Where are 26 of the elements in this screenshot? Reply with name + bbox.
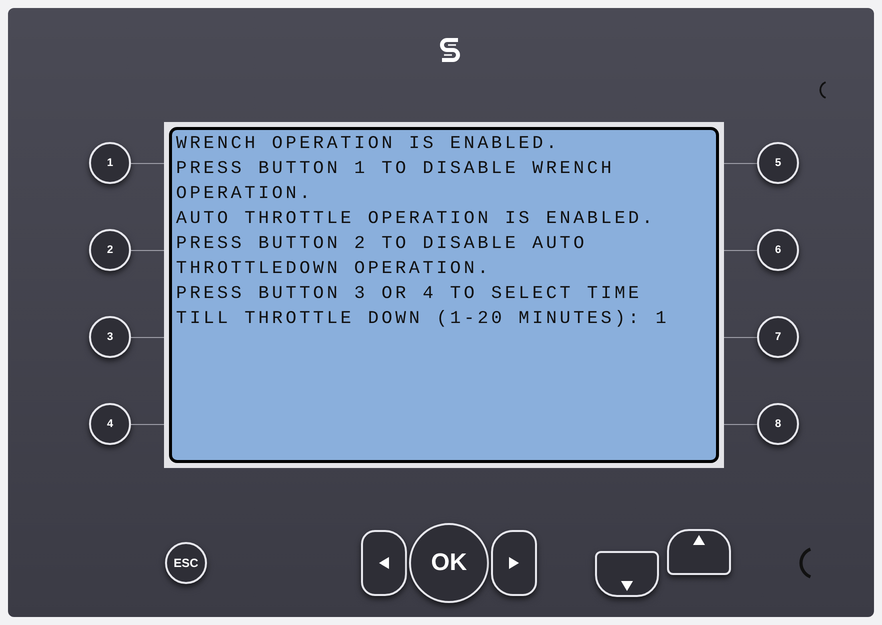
screen-text: TILL THROTTLE DOWN (1-20 MINUTES): 1 <box>176 308 670 331</box>
right-triangle-icon <box>509 557 519 569</box>
screen-text: WRENCH OPERATION IS ENABLED. <box>176 133 560 156</box>
screen-text: OPERATION. <box>176 183 314 206</box>
screen-text: PRESS BUTTON 2 TO DISABLE AUTO <box>176 233 588 256</box>
numbered-button[interactable]: 1 <box>89 142 131 184</box>
screen-text: AUTO THROTTLE OPERATION IS ENABLED. <box>176 208 656 231</box>
right-arrow-button[interactable] <box>491 530 537 596</box>
numbered-button[interactable]: 2 <box>89 229 131 271</box>
numbered-button[interactable]: 8 <box>757 403 799 445</box>
escape-button[interactable]: ESC <box>165 542 207 584</box>
left-arrow-button[interactable] <box>361 530 407 596</box>
up-triangle-icon <box>693 535 705 545</box>
screen-text: THROTTLEDOWN OPERATION. <box>176 258 492 281</box>
ok-button[interactable]: OK <box>409 523 489 603</box>
up-arrow-button[interactable] <box>667 529 731 575</box>
numbered-button[interactable]: 7 <box>757 316 799 358</box>
down-triangle-icon <box>621 581 633 591</box>
screen-text: PRESS BUTTON 3 OR 4 TO SELECT TIME <box>176 283 642 306</box>
down-arrow-button[interactable] <box>595 551 659 597</box>
numbered-button[interactable]: 5 <box>757 142 799 184</box>
screen-text: PRESS BUTTON 1 TO DISABLE WRENCH <box>176 158 614 181</box>
left-triangle-icon <box>379 557 389 569</box>
numbered-button[interactable]: 6 <box>757 229 799 271</box>
numbered-button[interactable]: 3 <box>89 316 131 358</box>
numbered-button[interactable]: 4 <box>89 403 131 445</box>
